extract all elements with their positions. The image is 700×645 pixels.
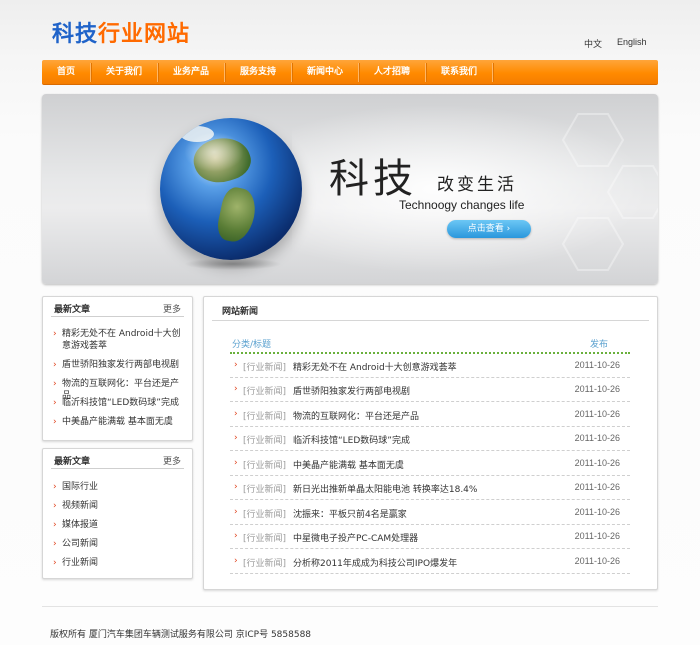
list-item[interactable]: › 行业新闻 (49, 557, 184, 576)
lang-english-link[interactable]: English (617, 37, 647, 47)
arrow-icon: › (53, 360, 57, 370)
news-row[interactable]: › [行业新闻] 新日光出推新单晶太阳能电池 转换率达18.4% 2011-10-26 (230, 476, 630, 500)
logo-part-1: 科技 (52, 22, 99, 47)
news-link[interactable]: 中星微电子投产PC-CAM处理器 (293, 531, 418, 544)
site-news-box: 网站新闻 分类/标题 发布 › [行业新闻] 精彩无处不在 Android十大创意游… (203, 296, 658, 590)
column-header-date: 发布 (590, 340, 609, 350)
article-list: › 精彩无处不在 Android十大创意游戏荟萃 › 盾世骄阳独家发行两部电视剧 ›… (49, 328, 184, 435)
arrow-icon: › (234, 384, 238, 394)
footer-copyright: 版权所有 厦门汽车集团车辆测试服务有限公司 京ICP号 5858588 (50, 630, 312, 640)
hero-banner: 科技 改变生活 Technoogy changes life 点击查看 › (42, 94, 658, 284)
nav-item-products[interactable]: 业务产品 (158, 60, 224, 85)
footer-divider (42, 606, 658, 607)
list-item[interactable]: › 临沂科技馆“LED数码球”完成 (49, 397, 184, 416)
banner-headline: 科技 (329, 156, 417, 202)
news-row[interactable]: › [行业新闻] 临沂科技馆“LED数码球”完成 2011-10-26 (230, 427, 630, 451)
news-row[interactable]: › [行业新闻] 物流的互联网化：平台还是产品 2011-10-26 (230, 403, 630, 427)
earth-globe-icon (160, 118, 302, 260)
list-item[interactable]: › 中美晶产能满载 基本面无虞 (49, 416, 184, 435)
nav-item-support[interactable]: 服务支持 (225, 60, 291, 85)
list-item[interactable]: › 精彩无处不在 Android十大创意游戏荟萃 (49, 328, 184, 359)
news-row[interactable]: › [行业新闻] 精彩无处不在 Android十大创意游戏荟萃 2011-10-26 (230, 354, 630, 378)
arrow-icon: › (53, 558, 57, 568)
nav-item-contact[interactable]: 联系我们 (426, 60, 492, 85)
divider (212, 320, 649, 321)
box-title: 最新文章 (54, 305, 91, 315)
news-link[interactable]: 盾世骄阳独家发行两部电视剧 (293, 384, 410, 397)
main-nav: 首页 关于我们 业务产品 服务支持 新闻中心 人才招聘 联系我们 (42, 60, 658, 85)
more-link[interactable]: 更多 (163, 454, 181, 467)
list-item[interactable]: › 物流的互联网化：平台还是产品 (49, 378, 184, 401)
news-row[interactable]: › [行业新闻] 分析称2011年成成为科技公司IPO爆发年 2011-10-26 (230, 550, 630, 574)
list-item[interactable]: › 视频新闻 (49, 500, 184, 519)
arrow-icon: › (234, 458, 238, 468)
arrow-icon: › (234, 433, 238, 443)
nav-separator (492, 63, 493, 82)
arrow-icon: › (234, 360, 238, 370)
category-list: › 国际行业 › 视频新闻 › 媒体报道 › 公司新闻 › 行业新闻 (49, 481, 184, 576)
latest-articles-box: 最新文章 更多 › 精彩无处不在 Android十大创意游戏荟萃 › 盾世骄阳独家发… (42, 296, 193, 441)
nav-item-jobs[interactable]: 人才招聘 (359, 60, 425, 85)
nav-item-news[interactable]: 新闻中心 (292, 60, 358, 85)
arrow-icon: › (234, 507, 238, 517)
news-row[interactable]: › [行业新闻] 盾世骄阳独家发行两部电视剧 2011-10-26 (230, 378, 630, 402)
news-link[interactable]: 新日光出推新单晶太阳能电池 转换率达18.4% (293, 482, 477, 495)
nav-item-about[interactable]: 关于我们 (91, 60, 157, 85)
banner-english-tagline: Technoogy changes life (399, 198, 525, 212)
banner-view-button[interactable]: 点击查看 › (447, 220, 531, 238)
arrow-icon: › (234, 409, 238, 419)
news-link[interactable]: 临沂科技馆“LED数码球”完成 (293, 433, 410, 446)
nav-item-home[interactable]: 首页 (42, 60, 90, 85)
list-item[interactable]: › 国际行业 (49, 481, 184, 500)
list-item[interactable]: › 盾世骄阳独家发行两部电视剧 (49, 359, 184, 378)
news-link[interactable]: 中美晶产能满载 基本面无虞 (293, 458, 404, 471)
arrow-icon: › (234, 531, 238, 541)
news-row[interactable]: › [行业新闻] 沈振来：平板只前4名是赢家 2011-10-26 (230, 501, 630, 525)
news-link[interactable]: 分析称2011年成成为科技公司IPO爆发年 (293, 556, 457, 569)
more-link[interactable]: 更多 (163, 302, 181, 315)
arrow-icon: › (234, 556, 238, 566)
arrow-icon: › (53, 482, 57, 492)
list-item[interactable]: › 媒体报道 (49, 519, 184, 538)
box-header: 最新文章 更多 (51, 297, 184, 317)
box-header: 最新文章 更多 (51, 449, 184, 469)
box-title: 最新文章 (54, 457, 91, 467)
categories-box: 最新文章 更多 › 国际行业 › 视频新闻 › 媒体报道 › 公司新闻 › 行业新闻 (42, 448, 193, 579)
news-row[interactable]: › [行业新闻] 中美晶产能满载 基本面无虞 2011-10-26 (230, 452, 630, 476)
news-link[interactable]: 精彩无处不在 Android十大创意游戏荟萃 (293, 360, 457, 373)
arrow-icon: › (53, 501, 57, 511)
arrow-icon: › (53, 539, 57, 549)
logo-part-2: 行业网站 (98, 22, 191, 47)
news-link[interactable]: 物流的互联网化：平台还是产品 (293, 409, 419, 422)
site-logo[interactable]: 科技行业网站 (52, 16, 190, 48)
column-header-category: 分类/标题 (232, 340, 272, 350)
banner-subheadline: 改变生活 (437, 175, 517, 195)
lang-chinese-link[interactable]: 中文 (584, 37, 602, 50)
arrow-icon: › (53, 329, 57, 339)
arrow-icon: › (53, 417, 57, 427)
arrow-icon: › (53, 379, 57, 389)
arrow-icon: › (53, 520, 57, 530)
news-title: 网站新闻 (222, 307, 259, 317)
globe-shadow (184, 258, 282, 270)
news-link[interactable]: 沈振来：平板只前4名是赢家 (293, 507, 407, 520)
news-row[interactable]: › [行业新闻] 中星微电子投产PC-CAM处理器 2011-10-26 (230, 525, 630, 549)
arrow-icon: › (53, 398, 57, 408)
arrow-icon: › (234, 482, 238, 492)
list-item[interactable]: › 公司新闻 (49, 538, 184, 557)
